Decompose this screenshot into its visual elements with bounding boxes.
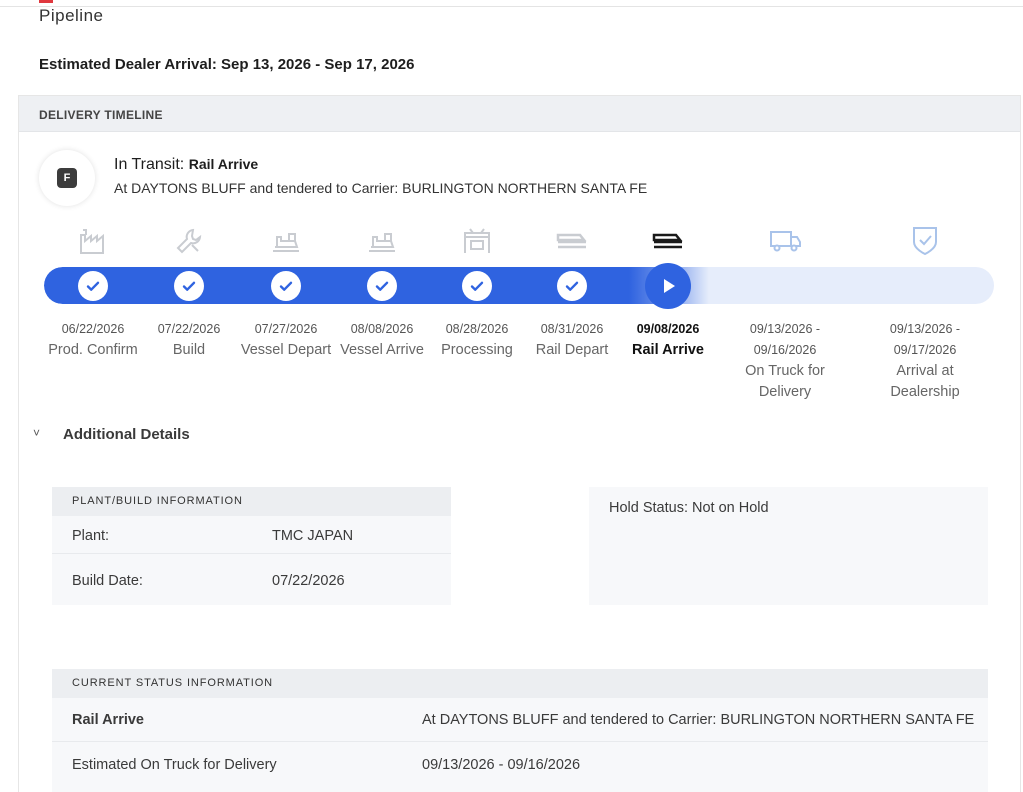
step-date: 09/13/2026 - [749, 322, 821, 336]
factory-icon [75, 223, 111, 259]
status-title: In Transit: Rail Arrive [114, 156, 258, 174]
plant-row: Plant: TMC JAPAN [72, 528, 353, 544]
truck-estimate-value: 09/13/2026 - 09/16/2026 [422, 757, 581, 773]
plant-build-header: PLANT/BUILD INFORMATION [52, 487, 451, 516]
step-date: 08/31/2026 [540, 322, 604, 336]
ship-icon [268, 223, 304, 259]
truck-icon [767, 223, 803, 259]
tab-pipeline[interactable]: Pipeline [39, 6, 104, 26]
step-label: Processing [441, 342, 513, 358]
check-icon [557, 271, 587, 301]
check-icon [271, 271, 301, 301]
step-label: Arrival at Dealership [890, 363, 960, 400]
current-stage-row: Rail Arrive At DAYTONS BLUFF and tendere… [72, 712, 974, 728]
status-badge-circle: F [39, 150, 95, 206]
wrench-icon [171, 223, 207, 259]
step-date: 09/08/2026 [636, 322, 700, 336]
status-badge: F [57, 168, 77, 188]
hold-status-box: Hold Status: Not on Hold [589, 487, 988, 605]
step-date: 07/27/2026 [254, 322, 318, 336]
step-date-end: 09/17/2026 [893, 343, 957, 357]
check-icon [174, 271, 204, 301]
check-icon [367, 271, 397, 301]
plant-build-box: PLANT/BUILD INFORMATION Plant: TMC JAPAN… [52, 487, 451, 605]
step-date: 09/13/2026 - [889, 322, 961, 336]
shield-check-icon [907, 223, 943, 259]
build-date-label: Build Date: [72, 573, 143, 589]
step-date-end: 09/16/2026 [753, 343, 817, 357]
step-label: On Truck for Delivery [745, 363, 825, 400]
status-prefix: In Transit: [114, 156, 185, 173]
status-description: At DAYTONS BLUFF and tendered to Carrier… [114, 180, 648, 196]
status-stage: Rail Arrive [188, 156, 259, 172]
build-date-value: 07/22/2026 [272, 573, 345, 589]
delivery-timeline-panel: DELIVERY TIMELINE F In Transit: Rail Arr… [18, 95, 1021, 792]
current-status-header: CURRENT STATUS INFORMATION [52, 669, 988, 698]
step-label: Vessel Depart [240, 342, 332, 358]
top-divider [0, 6, 1023, 7]
step-label: Build [172, 342, 206, 358]
truck-estimate-row: Estimated On Truck for Delivery 09/13/20… [72, 757, 580, 773]
step-label: Vessel Arrive [340, 342, 424, 358]
step-label: Prod. Confirm [48, 342, 138, 358]
row-divider [52, 553, 451, 554]
step-date: 07/22/2026 [157, 322, 221, 336]
processing-icon [459, 223, 495, 259]
build-date-row: Build Date: 07/22/2026 [72, 573, 345, 589]
step-date: 08/08/2026 [350, 322, 414, 336]
additional-details-toggle[interactable]: Additional Details [63, 426, 190, 443]
current-stage-value: At DAYTONS BLUFF and tendered to Carrier… [422, 712, 975, 728]
plant-label: Plant: [72, 528, 110, 544]
tab-active-indicator [39, 0, 53, 3]
train-icon [554, 223, 590, 259]
hold-status: Hold Status: Not on Hold [609, 500, 769, 516]
estimated-dealer-arrival: Estimated Dealer Arrival: Sep 13, 2026 -… [39, 56, 415, 73]
step-date: 06/22/2026 [61, 322, 125, 336]
current-status-box: CURRENT STATUS INFORMATION Rail Arrive A… [52, 669, 988, 792]
plant-value: TMC JAPAN [272, 528, 354, 544]
step-date: 08/28/2026 [445, 322, 509, 336]
step-label: Rail Depart [535, 342, 609, 358]
ship-icon [364, 223, 400, 259]
delivery-timeline-header: DELIVERY TIMELINE [19, 96, 1020, 132]
check-icon [462, 271, 492, 301]
train-icon [650, 223, 686, 259]
current-stage-label: Rail Arrive [72, 712, 144, 728]
row-divider [52, 741, 988, 742]
chevron-down-icon[interactable]: ˅ [33, 426, 40, 440]
truck-estimate-label: Estimated On Truck for Delivery [72, 757, 277, 773]
play-icon [645, 263, 691, 309]
check-icon [78, 271, 108, 301]
step-label: Rail Arrive [632, 342, 704, 358]
